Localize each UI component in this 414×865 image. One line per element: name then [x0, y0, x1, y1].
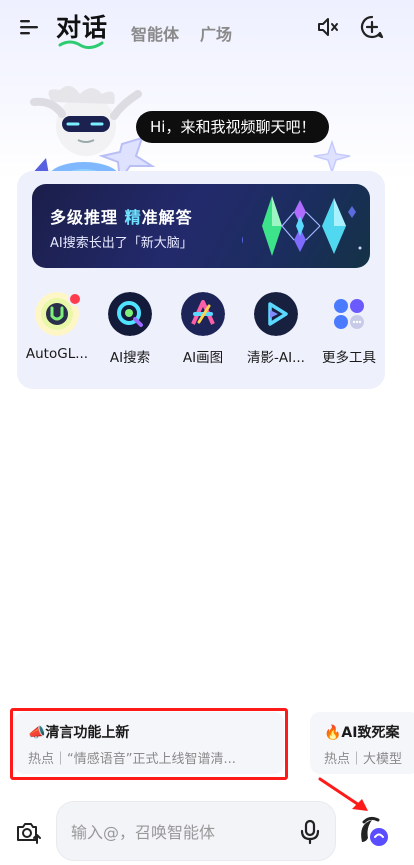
- banner-title: 多级推理 精准解答: [50, 204, 193, 228]
- promo-banner[interactable]: 多级推理 精准解答 AI搜索长出了「新大脑」: [32, 184, 370, 268]
- banner-title-part1: 多级推理: [50, 208, 119, 227]
- qingying-video-icon: [254, 292, 298, 336]
- app-ai-search[interactable]: AI搜索: [93, 292, 165, 372]
- more-tools-icon: [327, 292, 371, 336]
- app-more-tools[interactable]: 更多工具: [312, 292, 384, 372]
- ai-draw-icon: [181, 292, 225, 336]
- ai-search-icon: [108, 292, 152, 336]
- notice-title: 🔥AI致死案: [324, 725, 400, 741]
- greeting-bubble[interactable]: Hi，来和我视频聊天吧！: [136, 111, 330, 143]
- message-input-box[interactable]: [56, 801, 336, 861]
- voice-call-icon[interactable]: [354, 812, 392, 850]
- app-label: AI画图: [182, 350, 224, 366]
- banner-title-part2: 准解答: [141, 208, 193, 227]
- notice-subtitle: 热点｜大模型: [324, 752, 403, 767]
- sparkle-star-icon: [313, 140, 351, 174]
- speaker-mute-icon[interactable]: [315, 14, 341, 40]
- app-ai-draw[interactable]: AI画图: [166, 292, 238, 372]
- tab-square[interactable]: 广场: [200, 21, 232, 45]
- notification-badge: [68, 292, 82, 306]
- microphone-icon[interactable]: [297, 818, 323, 846]
- annotation-highlight-box: [10, 708, 288, 780]
- banner-subtitle: AI搜索长出了「新大脑」: [50, 236, 193, 251]
- menu-icon[interactable]: [18, 16, 40, 38]
- app-label: 清影-AI...: [247, 350, 305, 366]
- banner-title-highlight: 精: [124, 208, 142, 227]
- camera-upload-icon[interactable]: [14, 818, 42, 846]
- app-label: AutoGL...: [25, 346, 89, 362]
- message-input[interactable]: [71, 820, 271, 844]
- header: 对话 智能体 广场: [0, 0, 414, 56]
- app-shortcuts: AutoGL... AI搜索 AI画图 清影-AI... 更多工具: [20, 292, 382, 372]
- crystal-art-icon: [242, 196, 362, 256]
- app-autoglm[interactable]: AutoGL...: [20, 292, 92, 372]
- notice-card-hot-topic[interactable]: 🔥AI致死案 热点｜大模型: [310, 712, 414, 774]
- app-label: AI搜索: [109, 350, 151, 366]
- new-chat-icon[interactable]: [359, 14, 385, 40]
- app-label: 更多工具: [322, 350, 376, 366]
- tab-underline-decoration: [58, 40, 104, 50]
- app-qingying[interactable]: 清影-AI...: [239, 292, 311, 372]
- tab-agents[interactable]: 智能体: [131, 21, 179, 45]
